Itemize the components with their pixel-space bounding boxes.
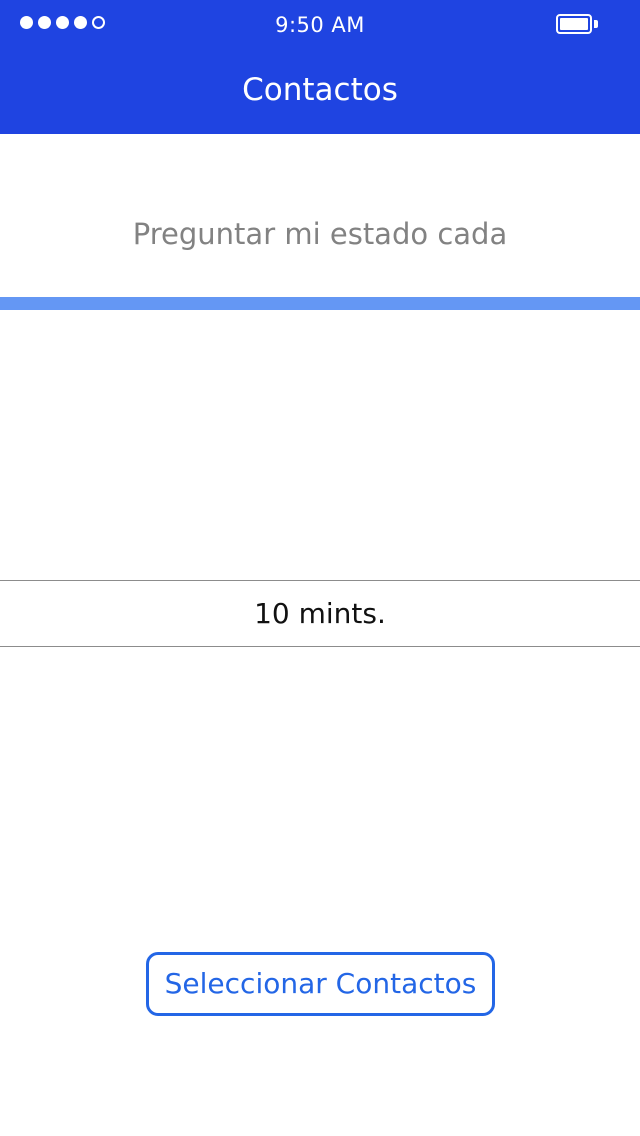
battery-tip — [594, 20, 598, 28]
interval-picker-selected-value[interactable]: 10 mints. — [0, 593, 640, 635]
select-contacts-button[interactable]: Seleccionar Contactos — [146, 952, 495, 1016]
check-in-prompt-label: Preguntar mi estado cada — [132, 217, 508, 251]
page-title: Contactos — [242, 72, 398, 108]
navigation-header: 9:50 AM Contactos — [0, 0, 640, 134]
battery-fill — [560, 18, 588, 30]
battery-full-icon — [556, 14, 598, 34]
accent-divider — [0, 297, 640, 310]
status-time: 9:50 AM — [275, 13, 365, 37]
picker-selection-top-line — [0, 580, 640, 581]
picker-selection-bottom-line — [0, 646, 640, 647]
status-bar: 9:50 AM — [0, 0, 640, 50]
battery-body — [556, 14, 592, 34]
